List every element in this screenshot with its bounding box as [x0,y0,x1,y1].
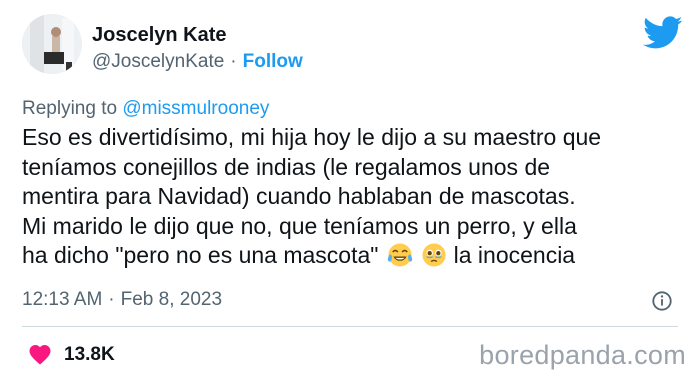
avatar-photo [22,14,82,74]
heart-icon[interactable] [28,343,52,365]
author-handle[interactable]: @JoscelynKate [92,51,224,72]
follow-button[interactable]: Follow [243,51,303,72]
tears-of-joy-emoji-icon [387,243,412,267]
divider [22,326,678,327]
tweet-line: teníamos conejillos de indias (le regala… [22,153,551,180]
like-count[interactable]: 13.8K [64,344,115,366]
date-value: Feb 8, 2023 [120,289,223,310]
timestamp[interactable]: 12:13 AM · Feb 8, 2023 [22,289,222,311]
tweet-line-segment: la inocencia [453,242,576,268]
replying-to: Replying to @missmulrooney [22,98,269,120]
avatar[interactable] [22,14,82,74]
tweet-line: Mi marido le dijo que no, que teníamos u… [22,212,577,239]
separator-dot: · [230,51,237,72]
tweet-line: Eso es divertidísimo, mi hija hoy le dij… [22,124,602,150]
separator-dot: · [108,289,115,310]
time-value: 12:13 AM [22,289,103,310]
watermark: boredpanda.com [479,340,686,370]
holding-back-tears-emoji-icon [422,243,446,267]
reply-mention-link[interactable]: @missmulrooney [122,98,269,119]
info-icon[interactable] [651,290,673,312]
tweet-line: mentira para Navidad) cuando hablaban de… [22,183,576,209]
tweet-text: Eso es divertidísimo, mi hija hoy le dij… [22,123,692,271]
tweet-line: ha dicho "pero no es una mascota" la ino… [22,241,692,271]
reply-prefix: Replying to [22,98,123,119]
tweet-line-segment: ha dicho "pero no es una mascota" [22,242,379,268]
twitter-bird-icon[interactable] [643,16,683,50]
author-name[interactable]: Joscelyn Kate [92,24,227,47]
author-handle-row: @JoscelynKate · Follow [92,51,303,73]
